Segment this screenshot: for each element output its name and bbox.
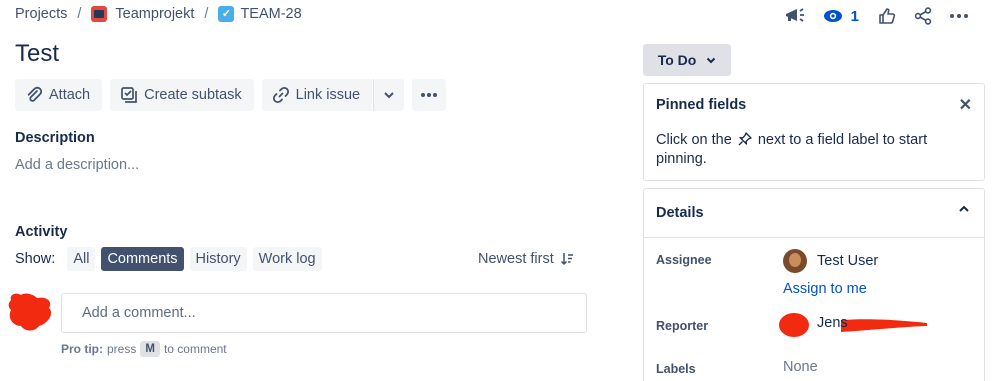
eye-icon <box>823 10 842 22</box>
redacted-reporter <box>779 313 927 337</box>
activity-heading: Activity <box>15 224 68 240</box>
link-icon <box>272 86 289 104</box>
reporter-name: Jens <box>817 315 848 331</box>
protip-press: press <box>107 342 137 356</box>
breadcrumb-separator: / <box>204 6 209 22</box>
breadcrumb-issue-key: TEAM-28 <box>240 6 302 22</box>
description-field[interactable]: Add a description... <box>15 157 139 173</box>
toolbar-more-button[interactable] <box>412 79 447 111</box>
assignee-name: Test User <box>817 253 879 269</box>
sort-icon <box>560 253 573 266</box>
pin-icon <box>738 132 752 146</box>
activity-filter-bar: Show: All Comments History Work log <box>15 247 322 271</box>
issue-toolbar: Attach Create subtask Link issue <box>15 79 447 111</box>
labels-value[interactable]: None <box>783 359 818 375</box>
labels-label: Labels <box>656 362 696 376</box>
link-issue-label: Link issue <box>295 87 361 103</box>
project-icon <box>91 6 108 22</box>
watchers-count: 1 <box>850 7 859 25</box>
close-icon[interactable]: ✕ <box>959 95 972 115</box>
comment-input[interactable]: Add a comment... <box>61 293 587 333</box>
breadcrumb-project[interactable]: Teamprojekt <box>91 6 194 22</box>
details-heading[interactable]: Details <box>656 205 704 221</box>
activity-show-label: Show: <box>15 251 56 267</box>
breadcrumb-project-label: Teamprojekt <box>115 6 195 22</box>
create-subtask-label: Create subtask <box>144 87 242 103</box>
assignee-label: Assignee <box>656 253 712 267</box>
protip-key: M <box>140 341 160 357</box>
status-label: To Do <box>657 52 697 68</box>
filter-all-button[interactable]: All <box>67 247 96 271</box>
comment-protip: Pro tip: press M to comment <box>61 341 227 357</box>
share-icon <box>914 7 932 25</box>
status-dropdown[interactable]: To Do <box>643 44 731 76</box>
filter-history-button[interactable]: History <box>189 247 247 271</box>
protip-suffix: to comment <box>163 342 227 356</box>
issue-header-actions: 1 <box>777 4 977 28</box>
chevron-down-icon <box>707 57 716 63</box>
description-heading: Description <box>15 130 95 146</box>
breadcrumb: Projects / Teamprojekt / ✓ TEAM-28 <box>15 6 302 22</box>
link-issue-button[interactable]: Link issue <box>261 79 373 111</box>
task-checkbox-icon: ✓ <box>218 6 235 22</box>
share-button[interactable] <box>905 4 941 28</box>
chevron-down-icon <box>384 92 394 99</box>
breadcrumb-separator: / <box>77 6 82 22</box>
megaphone-icon <box>785 8 804 22</box>
sort-order-button[interactable]: Newest first <box>478 251 574 267</box>
attach-label: Attach <box>49 87 91 103</box>
thumbs-up-icon <box>879 8 896 24</box>
chevron-up-icon[interactable] <box>958 205 970 213</box>
sort-label: Newest first <box>478 251 554 267</box>
attach-button[interactable]: Attach <box>15 79 103 111</box>
subtask-icon <box>121 87 137 103</box>
filter-comments-button[interactable]: Comments <box>101 247 184 271</box>
reporter-value[interactable]: Jens <box>779 313 927 337</box>
more-actions-button[interactable] <box>941 4 977 28</box>
assign-to-me-link[interactable]: Assign to me <box>783 281 867 297</box>
pinned-fields-heading: Pinned fields <box>656 97 747 113</box>
create-subtask-button[interactable]: Create subtask <box>110 79 254 111</box>
reporter-label: Reporter <box>656 319 709 333</box>
issue-title[interactable]: Test <box>15 40 59 68</box>
breadcrumb-projects[interactable]: Projects <box>15 6 67 22</box>
details-panel: Details Assignee Test User Assign to me … <box>643 188 985 381</box>
more-icon <box>950 14 968 18</box>
link-issue-split-button: Link issue <box>261 79 405 111</box>
assignee-value[interactable]: Test User <box>783 249 878 273</box>
more-icon <box>421 93 438 97</box>
link-issue-dropdown-button[interactable] <box>373 79 405 111</box>
watch-button[interactable]: 1 <box>813 8 869 25</box>
vote-button[interactable] <box>869 4 905 28</box>
paperclip-icon <box>27 86 43 102</box>
pinned-fields-text: Click on the next to a field label to st… <box>656 131 956 169</box>
avatar <box>783 249 807 273</box>
breadcrumb-issue[interactable]: ✓ TEAM-28 <box>218 6 302 22</box>
feedback-button[interactable] <box>777 4 813 28</box>
details-divider <box>644 237 984 238</box>
pinned-text-before: Click on the <box>656 132 732 148</box>
filter-worklog-button[interactable]: Work log <box>252 247 322 271</box>
pinned-fields-panel: Pinned fields ✕ Click on the next to a f… <box>643 83 985 181</box>
redacted-avatar <box>8 293 52 331</box>
protip-prefix: Pro tip: <box>61 342 103 356</box>
